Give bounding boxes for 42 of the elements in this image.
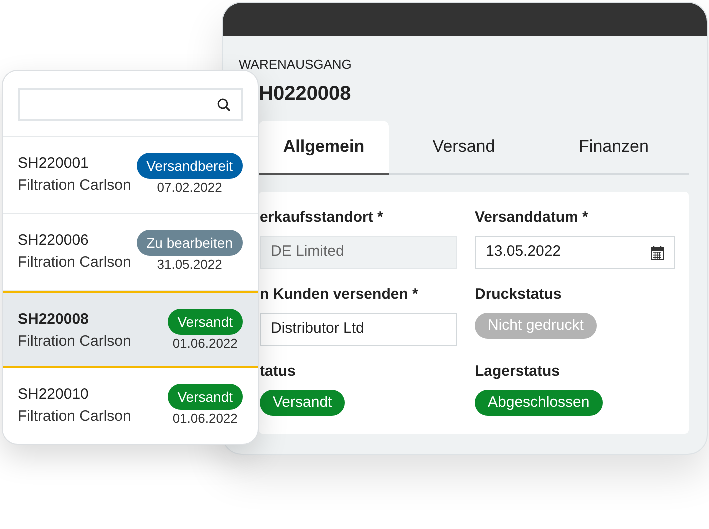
field-value: 13.05.2022 <box>486 242 562 262</box>
field-label: n Kunden versenden * <box>260 285 420 305</box>
status-badge: Versandbereit <box>136 153 243 179</box>
shipment-id: SH220001 <box>18 154 90 174</box>
shipment-date: 01.06.2022 <box>172 336 238 352</box>
search-field[interactable] <box>18 88 243 121</box>
customer-name: Filtration Carlson <box>18 332 132 352</box>
shipment-row[interactable]: SH220010 Filtration Carlson Versandt 01.06.2022 <box>3 368 258 444</box>
customer-name: Filtration Carlson <box>18 176 132 196</box>
tab[interactable]: Allgemein <box>259 121 389 175</box>
shipment-row[interactable]: SH220001 Filtration Carlson Versandbereit 07.02.2022 <box>3 137 258 214</box>
status-badge: Nicht gedruckt <box>475 313 597 339</box>
tab[interactable]: Finanzen <box>539 121 689 173</box>
status-badge: Abgeschlossen <box>475 390 603 416</box>
customer-name: Filtration Carlson <box>18 253 132 273</box>
calendar-icon[interactable] <box>651 246 664 260</box>
customer-name: Filtration Carlson <box>18 407 132 427</box>
status-badge: Versandt <box>168 384 243 410</box>
field-label: Lagerstatus <box>475 362 562 382</box>
shipment-id: SH220006 <box>18 231 90 251</box>
search-icon <box>217 98 231 112</box>
input-field[interactable]: Distributor Ltd <box>260 313 457 346</box>
shipment-id: SH220008 <box>18 310 90 330</box>
field-label: erkaufsstandort * <box>260 208 384 228</box>
status-badge: Versandt <box>168 309 243 335</box>
field-label: Druckstatus <box>475 285 563 305</box>
shipment-id: SH220010 <box>18 385 90 405</box>
status-badge: Versandt <box>260 390 346 416</box>
shipment-row[interactable]: SH220006 Filtration Carlson Zu bearbeiten 31.05.2022 <box>3 214 258 291</box>
field-label: Versanddatum * <box>475 208 590 228</box>
record-title: H0220008 <box>259 82 352 107</box>
field-label: tatus <box>260 362 297 382</box>
shipment-date: 31.05.2022 <box>157 257 222 273</box>
field-value: Distributor Ltd <box>271 319 364 340</box>
shipment-row[interactable]: SH220008 Filtration Carlson Versandt 01.06.2022 <box>3 291 258 368</box>
field-value: DE Limited <box>271 242 344 262</box>
status-badge: Zu bearbeiten <box>136 230 243 256</box>
date-field[interactable]: 13.05.2022 <box>475 236 675 269</box>
section-label: WARENAUSGANG <box>239 56 353 74</box>
shipment-date: 07.02.2022 <box>157 180 222 196</box>
shipment-date: 01.06.2022 <box>172 411 238 427</box>
tab[interactable]: Versand <box>389 121 539 173</box>
